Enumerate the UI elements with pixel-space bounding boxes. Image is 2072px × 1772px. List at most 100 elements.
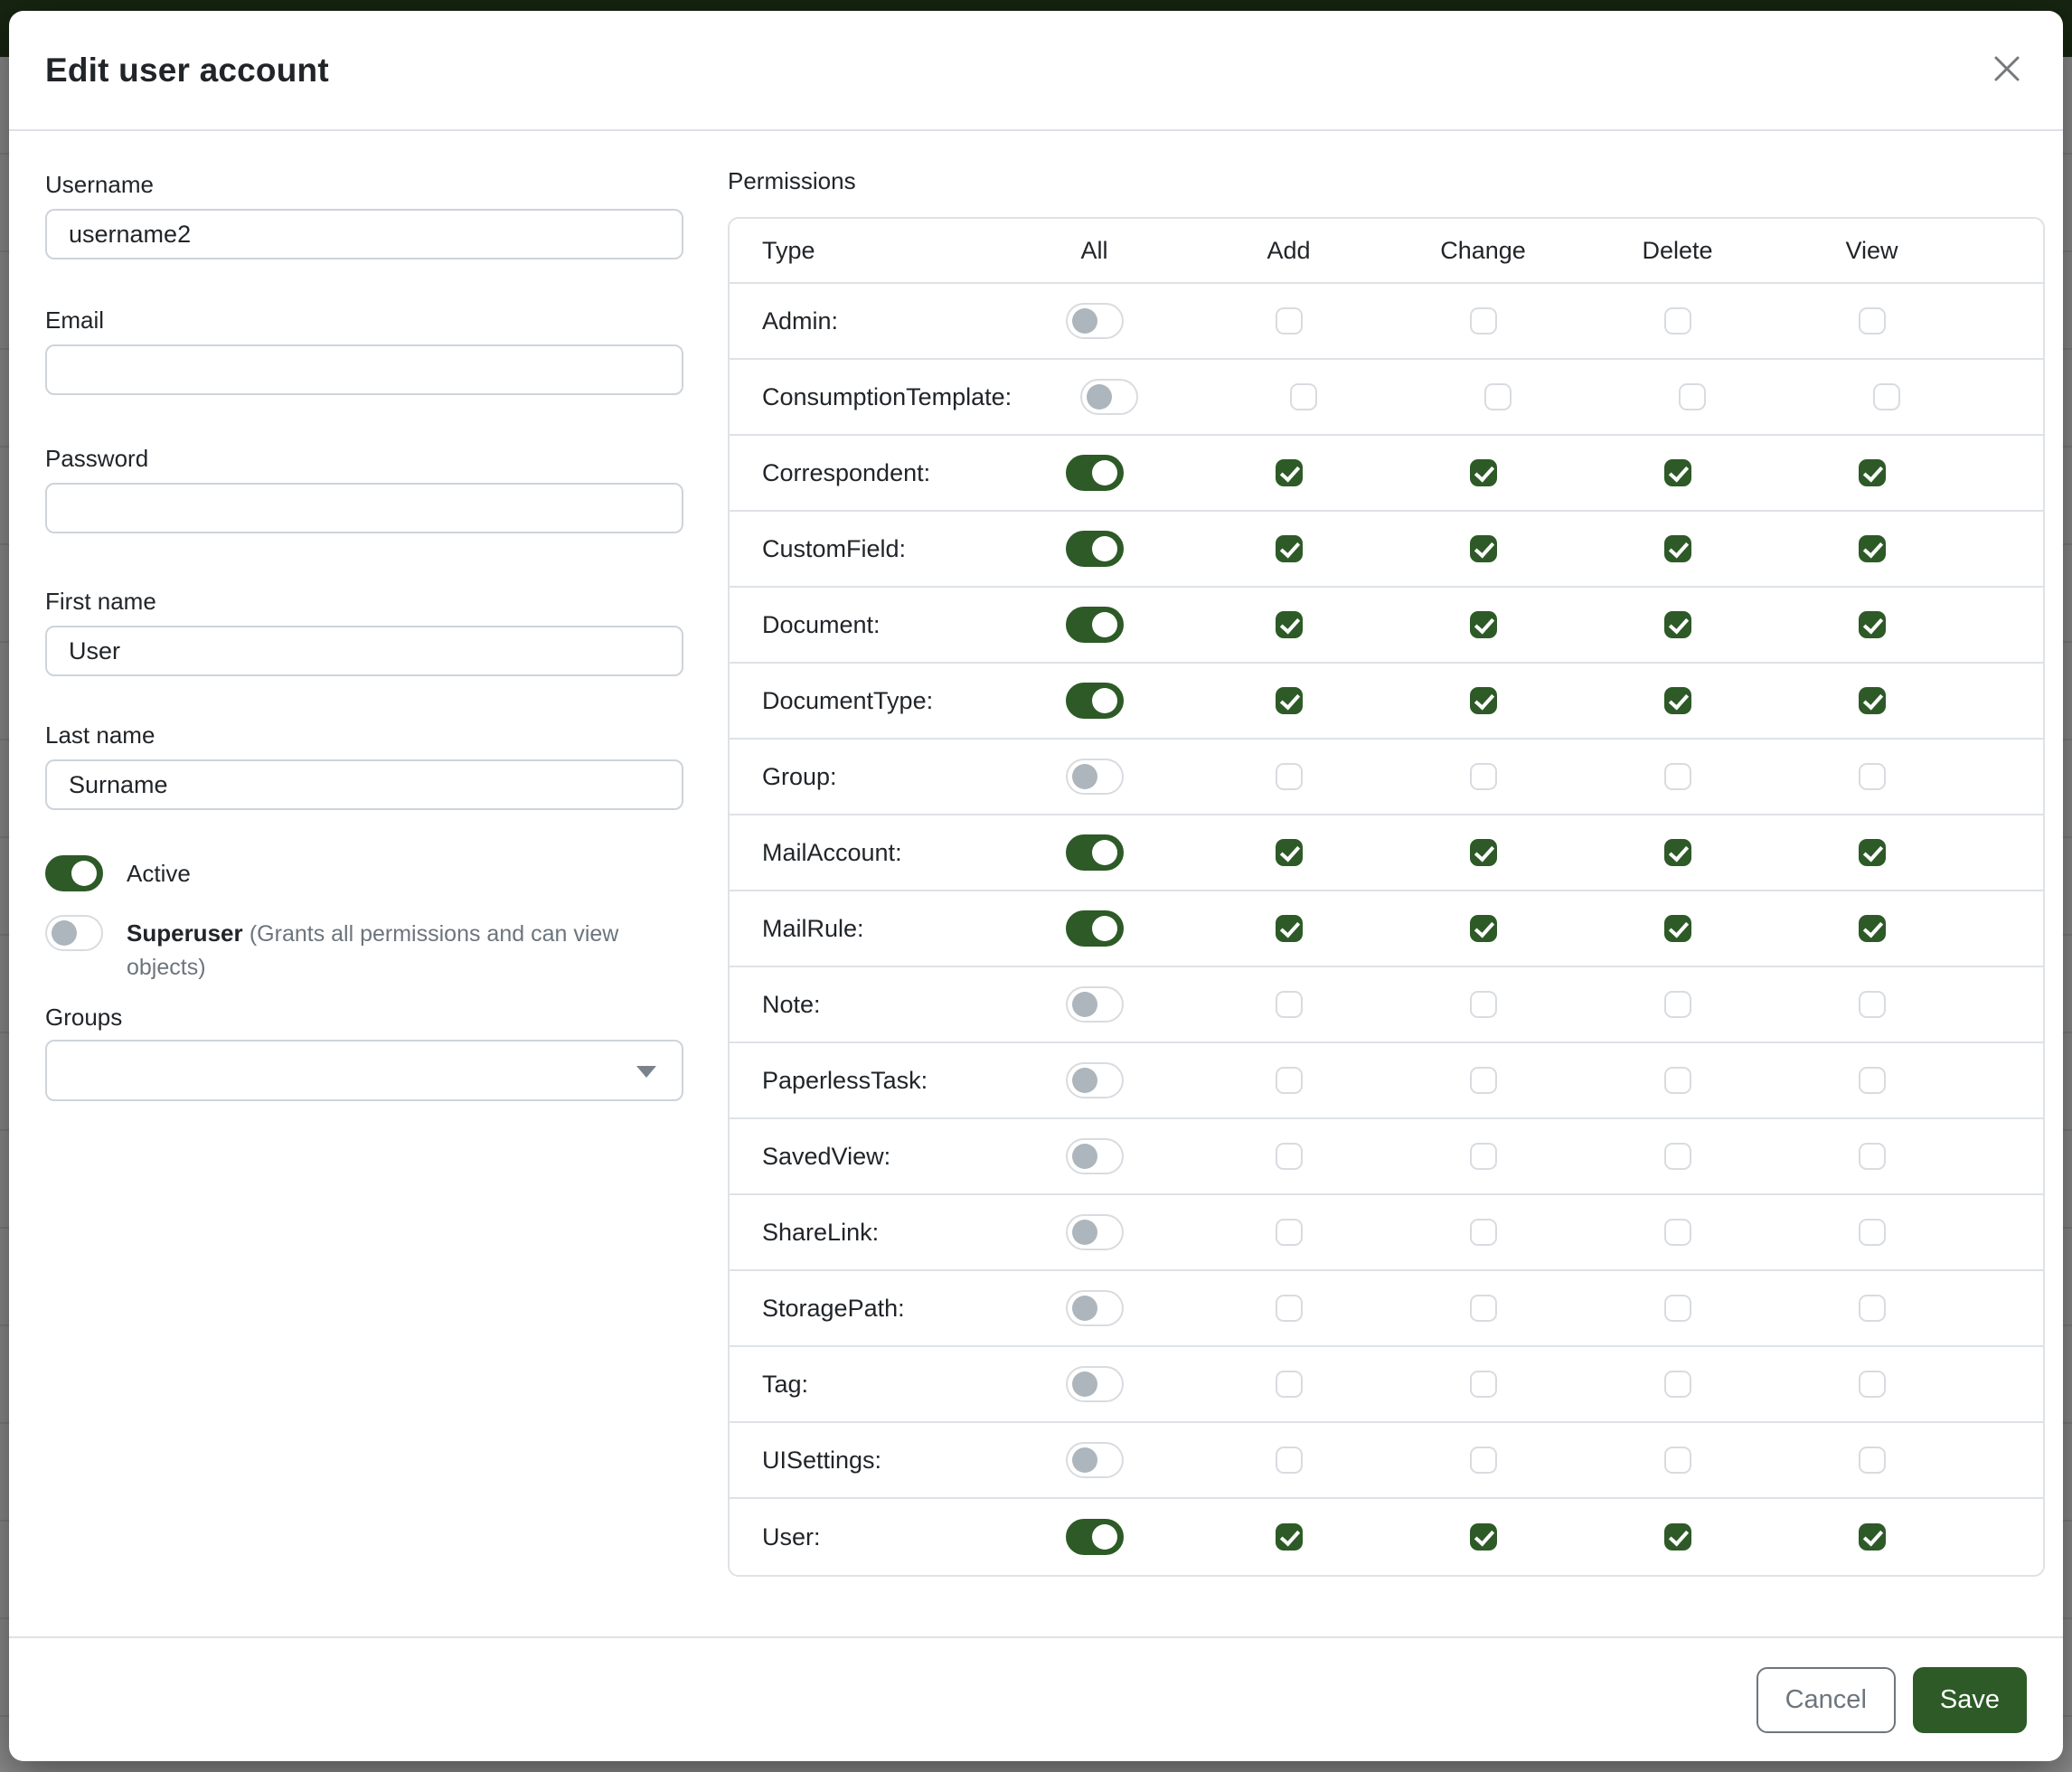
permission-view-checkbox[interactable] (1859, 1295, 1886, 1322)
permission-all-toggle[interactable] (1066, 1138, 1124, 1174)
cancel-button[interactable]: Cancel (1756, 1667, 1896, 1733)
permission-view-checkbox[interactable] (1859, 535, 1886, 562)
permission-add-checkbox[interactable] (1276, 307, 1303, 335)
permission-add-checkbox[interactable] (1276, 1447, 1303, 1474)
permission-delete-checkbox[interactable] (1664, 915, 1691, 942)
password-input[interactable] (45, 483, 683, 533)
close-button[interactable] (1987, 51, 2027, 90)
permission-change-checkbox[interactable] (1470, 687, 1497, 714)
permission-delete-checkbox[interactable] (1664, 1523, 1691, 1550)
permission-delete-checkbox[interactable] (1664, 687, 1691, 714)
permission-type-label: Admin: (762, 307, 997, 335)
permission-delete-checkbox[interactable] (1664, 535, 1691, 562)
permission-all-toggle[interactable] (1066, 607, 1124, 643)
username-input[interactable] (45, 209, 683, 259)
permission-change-checkbox[interactable] (1470, 459, 1497, 486)
permission-view-checkbox[interactable] (1859, 1219, 1886, 1246)
email-input[interactable] (45, 344, 683, 395)
permission-all-toggle[interactable] (1066, 1290, 1124, 1326)
permission-change-checkbox[interactable] (1470, 1523, 1497, 1550)
permission-add-checkbox[interactable] (1276, 687, 1303, 714)
permission-view-checkbox[interactable] (1859, 839, 1886, 866)
permission-all-toggle[interactable] (1080, 379, 1138, 415)
permission-view-checkbox[interactable] (1859, 1447, 1886, 1474)
permission-all-toggle[interactable] (1066, 303, 1124, 339)
groups-select[interactable] (45, 1040, 683, 1101)
permission-add-checkbox[interactable] (1276, 915, 1303, 942)
permission-change-checkbox[interactable] (1470, 1371, 1497, 1398)
permission-delete-checkbox[interactable] (1664, 307, 1691, 335)
permission-change-checkbox[interactable] (1470, 991, 1497, 1018)
permission-view-checkbox[interactable] (1859, 611, 1886, 638)
active-toggle[interactable] (45, 855, 103, 891)
permission-add-checkbox[interactable] (1276, 1295, 1303, 1322)
permission-change-checkbox[interactable] (1470, 611, 1497, 638)
permission-all-toggle[interactable] (1066, 1366, 1124, 1402)
save-button[interactable]: Save (1913, 1667, 2027, 1733)
permission-add-checkbox[interactable] (1276, 991, 1303, 1018)
permission-add-checkbox[interactable] (1276, 1143, 1303, 1170)
permission-add-checkbox[interactable] (1290, 383, 1317, 410)
permission-all-toggle[interactable] (1066, 531, 1124, 567)
permission-delete-checkbox[interactable] (1664, 839, 1691, 866)
permission-delete-checkbox[interactable] (1664, 763, 1691, 790)
permission-change-checkbox[interactable] (1470, 1295, 1497, 1322)
permission-delete-checkbox[interactable] (1664, 1371, 1691, 1398)
permission-view-checkbox[interactable] (1859, 763, 1886, 790)
permission-delete-checkbox[interactable] (1664, 991, 1691, 1018)
permission-all-toggle[interactable] (1066, 759, 1124, 795)
permission-delete-checkbox[interactable] (1664, 1143, 1691, 1170)
permission-change-checkbox[interactable] (1470, 1447, 1497, 1474)
permission-delete-checkbox[interactable] (1679, 383, 1706, 410)
permission-delete-checkbox[interactable] (1664, 459, 1691, 486)
permission-view-checkbox[interactable] (1873, 383, 1900, 410)
permission-view-checkbox[interactable] (1859, 687, 1886, 714)
last-name-input[interactable] (45, 759, 683, 810)
superuser-row: Superuser (Grants all permissions and ca… (45, 915, 683, 984)
superuser-toggle[interactable] (45, 915, 103, 951)
permission-delete-checkbox[interactable] (1664, 1219, 1691, 1246)
permission-add-checkbox[interactable] (1276, 763, 1303, 790)
permission-delete-checkbox[interactable] (1664, 1295, 1691, 1322)
permission-all-toggle[interactable] (1066, 455, 1124, 491)
permission-add-checkbox[interactable] (1276, 535, 1303, 562)
permission-add-checkbox[interactable] (1276, 1371, 1303, 1398)
permission-change-checkbox[interactable] (1470, 535, 1497, 562)
permission-all-toggle[interactable] (1066, 910, 1124, 947)
permission-view-checkbox[interactable] (1859, 307, 1886, 335)
permission-change-checkbox[interactable] (1470, 1067, 1497, 1094)
permission-delete-checkbox[interactable] (1664, 611, 1691, 638)
permission-view-checkbox[interactable] (1859, 1523, 1886, 1550)
permission-view-checkbox[interactable] (1859, 991, 1886, 1018)
permission-view-checkbox[interactable] (1859, 459, 1886, 486)
permission-type-label: Document: (762, 611, 997, 639)
permission-all-toggle[interactable] (1066, 1519, 1124, 1555)
permission-add-checkbox[interactable] (1276, 1067, 1303, 1094)
permission-change-checkbox[interactable] (1484, 383, 1512, 410)
permission-delete-checkbox[interactable] (1664, 1447, 1691, 1474)
permission-view-checkbox[interactable] (1859, 915, 1886, 942)
permission-change-checkbox[interactable] (1470, 307, 1497, 335)
permission-add-checkbox[interactable] (1276, 1219, 1303, 1246)
permission-change-checkbox[interactable] (1470, 763, 1497, 790)
permission-add-checkbox[interactable] (1276, 839, 1303, 866)
permission-add-checkbox[interactable] (1276, 611, 1303, 638)
permission-all-toggle[interactable] (1066, 986, 1124, 1023)
permission-view-checkbox[interactable] (1859, 1143, 1886, 1170)
permission-all-toggle[interactable] (1066, 1062, 1124, 1098)
permission-view-checkbox[interactable] (1859, 1067, 1886, 1094)
permission-all-toggle[interactable] (1066, 1214, 1124, 1250)
permission-view-checkbox[interactable] (1859, 1371, 1886, 1398)
permission-change-checkbox[interactable] (1470, 839, 1497, 866)
permission-change-checkbox[interactable] (1470, 915, 1497, 942)
first-name-input[interactable] (45, 626, 683, 676)
permission-change-checkbox[interactable] (1470, 1143, 1497, 1170)
toggle-knob (1072, 1144, 1097, 1169)
permission-add-checkbox[interactable] (1276, 1523, 1303, 1550)
permission-add-checkbox[interactable] (1276, 459, 1303, 486)
permission-all-toggle[interactable] (1066, 683, 1124, 719)
permission-all-toggle[interactable] (1066, 834, 1124, 871)
permission-delete-checkbox[interactable] (1664, 1067, 1691, 1094)
permission-all-toggle[interactable] (1066, 1442, 1124, 1478)
permission-change-checkbox[interactable] (1470, 1219, 1497, 1246)
